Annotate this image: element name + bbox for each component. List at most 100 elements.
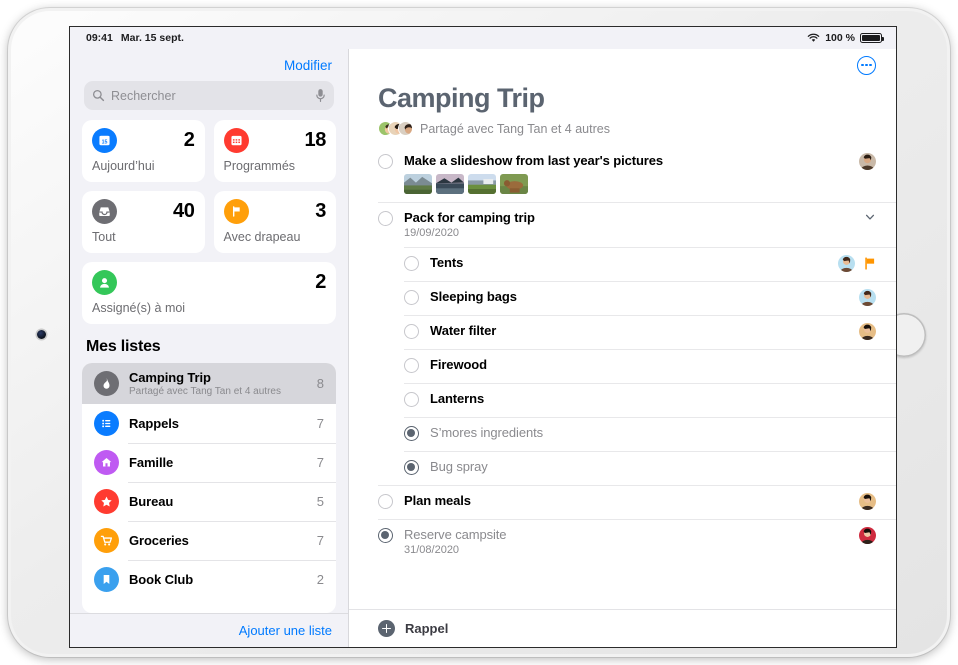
reminder-row[interactable]: Make a slideshow from last year's pictur… bbox=[349, 145, 896, 202]
reminders-list[interactable]: Make a slideshow from last year's pictur… bbox=[349, 145, 896, 609]
row-divider bbox=[404, 417, 896, 418]
smart-list-label: Programmés bbox=[223, 159, 296, 173]
reminder-row[interactable]: Reserve campsite 31/08/2020 bbox=[349, 519, 896, 564]
smart-list-card-tout[interactable]: 40 Tout bbox=[82, 191, 205, 253]
reminder-title: Water filter bbox=[430, 323, 497, 338]
reminder-title: Plan meals bbox=[404, 493, 471, 508]
calendar-days-icon bbox=[223, 128, 249, 153]
microphone-icon[interactable] bbox=[315, 88, 326, 103]
reminder-checkbox[interactable] bbox=[404, 324, 419, 339]
photo-bear[interactable] bbox=[500, 174, 528, 194]
reminder-date: 31/08/2020 bbox=[404, 544, 460, 556]
list-count: 7 bbox=[316, 455, 324, 470]
reminder-checkbox[interactable] bbox=[378, 211, 393, 226]
assignee-avatar bbox=[859, 493, 876, 510]
reminder-row[interactable]: Bug spray bbox=[349, 451, 896, 485]
status-date: Mar. 15 sept. bbox=[120, 32, 184, 44]
flag-icon[interactable] bbox=[864, 257, 876, 270]
row-divider bbox=[378, 519, 896, 520]
smart-list-label: Assigné(s) à moi bbox=[92, 301, 186, 315]
status-bar: 09:41 Mar. 15 sept. 100 % bbox=[70, 27, 896, 49]
content-toolbar bbox=[349, 49, 896, 81]
shared-avatar-stack bbox=[378, 121, 413, 136]
reminder-checkbox[interactable] bbox=[404, 392, 419, 407]
tray-icon bbox=[92, 199, 117, 224]
reminder-checkbox[interactable] bbox=[404, 358, 419, 373]
reminder-checkbox[interactable] bbox=[378, 494, 393, 509]
chevron-down-icon[interactable] bbox=[864, 210, 876, 222]
sidebar: Modifier Rechercher 15 2 Aujourd’hui 18 … bbox=[70, 49, 349, 647]
photo-field[interactable] bbox=[468, 174, 496, 194]
reminder-title: Pack for camping trip bbox=[404, 210, 535, 225]
smart-list-count: 2 bbox=[183, 129, 195, 151]
assignee-avatar bbox=[859, 289, 876, 306]
reminder-row[interactable]: Tents bbox=[349, 247, 896, 281]
smart-list-card-avec-drapeau[interactable]: 3 Avec drapeau bbox=[213, 191, 336, 253]
lists-container: Camping Trip Partagé avec Tang Tan et 4 a… bbox=[82, 363, 336, 613]
reminder-row[interactable]: Firewood bbox=[349, 349, 896, 383]
calendar-icon: 15 bbox=[92, 128, 117, 153]
list-name: Famille bbox=[129, 455, 174, 470]
list-count: 8 bbox=[316, 376, 324, 391]
ipad-screen: 09:41 Mar. 15 sept. 100 % Modifier Reche… bbox=[69, 26, 897, 648]
sidebar-list-item-rappels[interactable]: Rappels 7 bbox=[82, 404, 336, 443]
add-reminder-button[interactable]: Rappel bbox=[349, 609, 896, 647]
more-options-icon[interactable] bbox=[857, 55, 876, 75]
smart-list-card-aujourd-hui[interactable]: 15 2 Aujourd’hui bbox=[82, 120, 205, 182]
sidebar-list-item-groceries[interactable]: Groceries 7 bbox=[82, 521, 336, 560]
shared-with-label: Partagé avec Tang Tan et 4 autres bbox=[420, 121, 610, 136]
reminder-row[interactable]: Lanterns bbox=[349, 383, 896, 417]
reminder-checkbox[interactable] bbox=[404, 460, 419, 475]
row-divider bbox=[404, 281, 896, 282]
reminder-row[interactable]: S’mores ingredients bbox=[349, 417, 896, 451]
house-icon bbox=[94, 450, 119, 475]
wifi-icon bbox=[807, 33, 820, 43]
sidebar-list-item-camping-trip[interactable]: Camping Trip Partagé avec Tang Tan et 4 a… bbox=[82, 363, 336, 404]
row-divider bbox=[404, 451, 896, 452]
reminder-row[interactable]: Sleeping bags bbox=[349, 281, 896, 315]
assignee-avatar bbox=[838, 255, 855, 272]
list-name: Groceries bbox=[129, 533, 189, 548]
battery-icon bbox=[860, 33, 884, 43]
search-icon bbox=[92, 89, 105, 102]
reminder-title: Firewood bbox=[430, 357, 487, 372]
reminder-checkbox[interactable] bbox=[404, 426, 419, 441]
reminder-row[interactable]: Plan meals bbox=[349, 485, 896, 519]
svg-text:15: 15 bbox=[102, 140, 108, 146]
avatar bbox=[398, 121, 413, 136]
row-divider bbox=[404, 315, 896, 316]
list-name: Rappels bbox=[129, 416, 179, 431]
row-divider bbox=[378, 485, 896, 486]
smart-list-count: 2 bbox=[315, 271, 326, 293]
main-content: Camping Trip Partagé avec Tang Tan et 4 … bbox=[349, 49, 896, 647]
plus-icon bbox=[378, 620, 395, 637]
reminder-checkbox[interactable] bbox=[404, 290, 419, 305]
photo-mountain[interactable] bbox=[404, 174, 432, 194]
shared-with-row[interactable]: Partagé avec Tang Tan et 4 autres bbox=[349, 114, 896, 145]
reminder-title: S’mores ingredients bbox=[430, 425, 543, 440]
reminder-row[interactable]: Water filter bbox=[349, 315, 896, 349]
add-list-button[interactable]: Ajouter une liste bbox=[239, 623, 332, 638]
reminder-checkbox[interactable] bbox=[378, 528, 393, 543]
reminder-row[interactable]: Pack for camping trip 19/09/2020 bbox=[349, 202, 896, 247]
smart-list-card-programm-s[interactable]: 18 Programmés bbox=[213, 120, 336, 182]
reminder-checkbox[interactable] bbox=[378, 154, 393, 169]
list-count: 7 bbox=[316, 533, 324, 548]
person-icon bbox=[92, 270, 117, 295]
assignee-avatar bbox=[859, 323, 876, 340]
sidebar-list-item-book-club[interactable]: Book Club 2 bbox=[82, 560, 336, 599]
search-input[interactable] bbox=[111, 88, 309, 103]
reminder-checkbox[interactable] bbox=[404, 256, 419, 271]
smart-list-label: Aujourd’hui bbox=[92, 159, 155, 173]
search-box[interactable] bbox=[84, 81, 334, 110]
front-camera bbox=[37, 330, 46, 339]
reminder-date: 19/09/2020 bbox=[404, 227, 460, 239]
list-count: 7 bbox=[316, 416, 324, 431]
smart-list-card-assign-s-moi[interactable]: 2 Assigné(s) à moi bbox=[82, 262, 336, 324]
edit-button[interactable]: Modifier bbox=[284, 58, 332, 73]
list-count: 2 bbox=[316, 572, 324, 587]
my-lists-heading: Mes listes bbox=[86, 338, 161, 355]
photo-lake[interactable] bbox=[436, 174, 464, 194]
sidebar-list-item-bureau[interactable]: Bureau 5 bbox=[82, 482, 336, 521]
sidebar-list-item-famille[interactable]: Famille 7 bbox=[82, 443, 336, 482]
